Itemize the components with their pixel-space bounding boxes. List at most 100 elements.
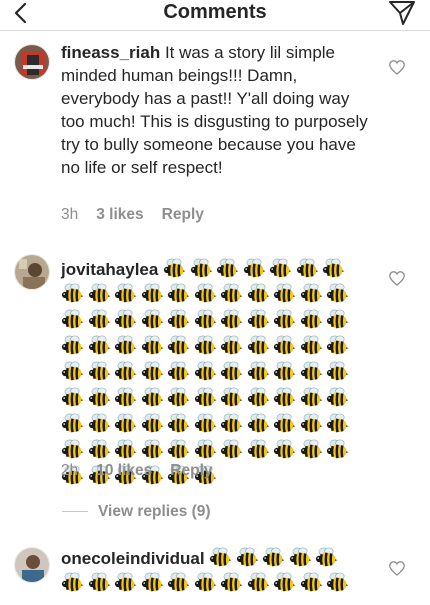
bee-emoji xyxy=(167,387,190,408)
avatar[interactable] xyxy=(14,44,50,80)
bee-row xyxy=(61,309,361,335)
heart-icon[interactable] xyxy=(389,561,405,576)
bee-emoji xyxy=(61,309,84,330)
bee-emoji xyxy=(61,335,84,356)
comment-username[interactable]: jovitahaylea xyxy=(61,260,158,279)
bee-emoji xyxy=(247,309,270,330)
bee-emoji xyxy=(300,361,323,382)
comment-time: 3h xyxy=(61,206,79,223)
bee-emoji xyxy=(167,572,190,593)
bee-emoji xyxy=(194,387,217,408)
comment-content: It was a story lil simple minded human b… xyxy=(61,43,368,177)
bee-emoji xyxy=(167,283,190,304)
bee-emoji xyxy=(167,335,190,356)
bee-emoji xyxy=(273,361,296,382)
comment-meta: 3h 3 likes Reply xyxy=(61,206,222,224)
bee-row xyxy=(61,283,361,309)
avatar[interactable] xyxy=(14,547,50,583)
likes-count[interactable]: 10 likes xyxy=(96,462,152,479)
bee-emoji xyxy=(300,572,323,593)
bee-emoji xyxy=(315,547,338,568)
bee-row xyxy=(61,387,361,413)
bee-emoji xyxy=(141,413,164,434)
bee-emoji-group xyxy=(209,547,342,568)
bee-emoji xyxy=(247,283,270,304)
comment-text: onecoleindividual xyxy=(61,547,371,570)
bee-emoji xyxy=(326,335,349,356)
bee-emoji xyxy=(88,309,111,330)
comment-meta: 2h 10 likes Reply xyxy=(61,462,231,480)
bee-emoji xyxy=(300,283,323,304)
bee-emoji xyxy=(247,439,270,460)
bee-emoji xyxy=(141,387,164,408)
comment-text: fineass_riah It was a story lil simple m… xyxy=(61,41,371,179)
bee-emoji xyxy=(220,572,243,593)
bee-emoji xyxy=(114,361,137,382)
bee-emoji xyxy=(300,309,323,330)
bee-emoji xyxy=(273,335,296,356)
comment-username[interactable]: fineass_riah xyxy=(61,43,160,62)
comment-time: 2h xyxy=(61,462,79,479)
bee-emoji-grid xyxy=(61,283,361,491)
paper-plane-icon[interactable] xyxy=(388,0,416,26)
bee-emoji xyxy=(247,335,270,356)
bee-emoji xyxy=(114,413,137,434)
bee-emoji xyxy=(88,335,111,356)
bee-emoji xyxy=(300,439,323,460)
bee-emoji xyxy=(220,309,243,330)
bee-emoji xyxy=(114,439,137,460)
bee-emoji xyxy=(220,335,243,356)
bee-emoji xyxy=(167,439,190,460)
bee-emoji xyxy=(300,413,323,434)
bee-emoji xyxy=(88,439,111,460)
heart-icon[interactable] xyxy=(389,271,405,286)
bee-emoji xyxy=(194,439,217,460)
comments-header: Comments xyxy=(0,0,430,31)
bee-emoji xyxy=(141,361,164,382)
bee-emoji xyxy=(114,572,137,593)
bee-emoji xyxy=(269,258,292,279)
bee-emoji-grid xyxy=(61,572,361,598)
bee-emoji xyxy=(216,258,239,279)
bee-emoji xyxy=(61,361,84,382)
view-replies-button[interactable]: View replies (9) xyxy=(62,503,211,521)
bee-emoji xyxy=(273,283,296,304)
divider xyxy=(62,511,88,513)
bee-emoji xyxy=(61,439,84,460)
bee-emoji xyxy=(141,439,164,460)
comment-username[interactable]: onecoleindividual xyxy=(61,549,205,568)
bee-emoji xyxy=(194,335,217,356)
bee-emoji xyxy=(141,335,164,356)
bee-emoji xyxy=(190,258,213,279)
bee-emoji xyxy=(326,283,349,304)
heart-icon[interactable] xyxy=(389,60,405,75)
bee-emoji xyxy=(273,413,296,434)
bee-emoji xyxy=(209,547,232,568)
bee-emoji xyxy=(194,572,217,593)
bee-emoji xyxy=(61,572,84,593)
bee-emoji xyxy=(167,309,190,330)
bee-row xyxy=(61,413,361,439)
reply-button[interactable]: Reply xyxy=(162,206,204,223)
bee-emoji xyxy=(88,572,111,593)
bee-emoji xyxy=(141,572,164,593)
bee-emoji xyxy=(326,439,349,460)
reply-button[interactable]: Reply xyxy=(170,462,212,479)
bee-emoji xyxy=(194,283,217,304)
bee-emoji xyxy=(61,413,84,434)
bee-emoji xyxy=(114,283,137,304)
bee-emoji xyxy=(220,439,243,460)
bee-row xyxy=(61,335,361,361)
bee-emoji xyxy=(220,361,243,382)
bee-emoji xyxy=(273,387,296,408)
bee-emoji xyxy=(247,387,270,408)
bee-emoji xyxy=(236,547,259,568)
bee-emoji xyxy=(247,413,270,434)
bee-emoji xyxy=(194,361,217,382)
bee-emoji xyxy=(247,572,270,593)
bee-emoji xyxy=(220,413,243,434)
avatar[interactable] xyxy=(14,254,50,290)
likes-count[interactable]: 3 likes xyxy=(96,206,143,223)
bee-emoji xyxy=(220,283,243,304)
page-title: Comments xyxy=(163,1,267,23)
